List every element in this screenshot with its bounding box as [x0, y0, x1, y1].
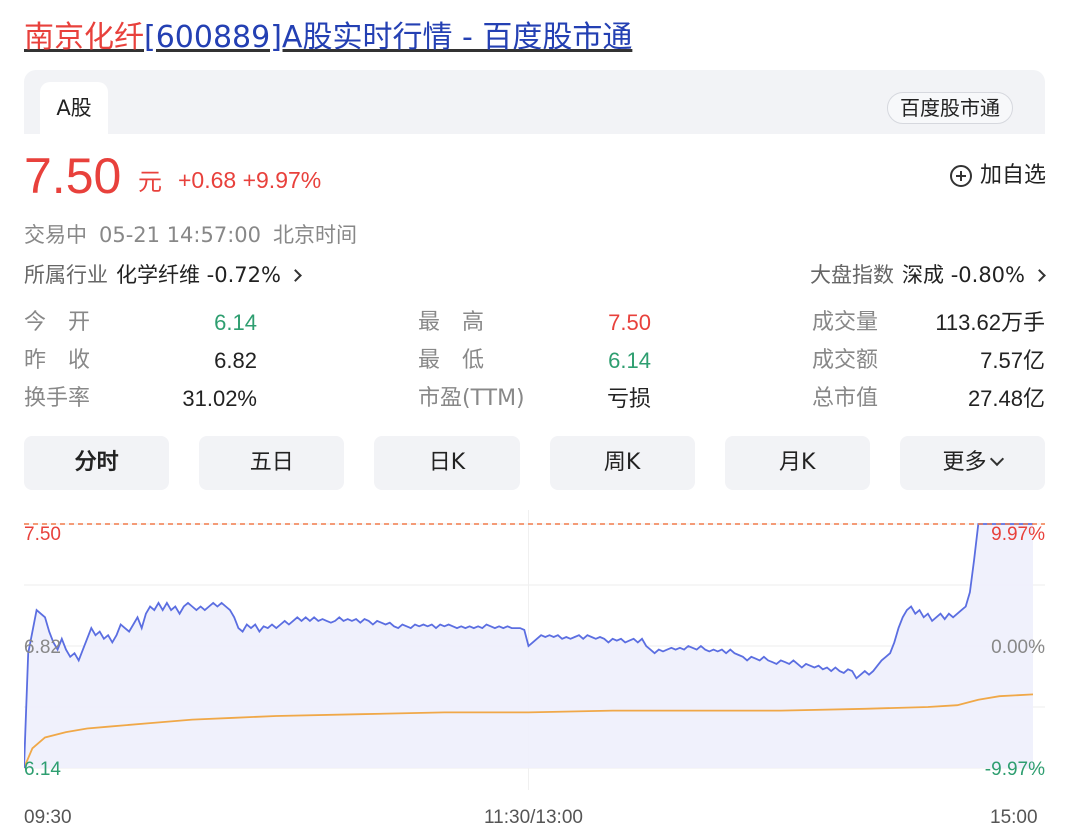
stat-label-low: 最 低 — [418, 348, 485, 373]
y-right-low: -9.97% — [984, 759, 1045, 780]
current-price: 7.50 — [24, 148, 122, 204]
index-link[interactable]: 大盘指数 深成 -0.80% — [810, 260, 1046, 290]
chart-svg — [24, 510, 1045, 790]
intraday-chart[interactable]: 7.50 6.82 6.14 9.97% 0.00% -9.97% — [24, 510, 1045, 800]
tab-daily-k[interactable]: 日K — [374, 436, 520, 490]
stat-value-market-cap: 27.48亿 — [967, 386, 1045, 411]
brand-badge[interactable]: 百度股市通 — [887, 92, 1013, 124]
trade-timezone: 北京时间 — [273, 223, 358, 247]
stat-value-high: 7.50 — [608, 310, 651, 335]
price-unit: 元 — [138, 168, 162, 196]
stock-name: 南京化纤 — [24, 20, 144, 55]
stat-label-pe-ttm: 市盈(TTM) — [418, 386, 525, 411]
x-label-close: 15:00 — [990, 807, 1038, 828]
tab-weekly-k[interactable]: 周K — [549, 436, 695, 490]
trade-datetime: 05-21 14:57:00 — [99, 223, 262, 247]
stock-code-title: [600889]A股实时行情 - 百度股市通 — [144, 20, 633, 55]
stat-label-open: 今 开 — [24, 310, 91, 335]
stat-value-volume: 113.62万手 — [935, 310, 1045, 335]
x-label-open: 09:30 — [24, 807, 72, 828]
add-watchlist-button[interactable]: 加自选 — [949, 160, 1046, 192]
stat-label-volume: 成交量 — [812, 310, 879, 335]
chevron-right-icon — [289, 268, 302, 282]
stat-value-low: 6.14 — [608, 348, 651, 373]
y-right-mid: 0.00% — [991, 637, 1045, 658]
tab-more[interactable]: 更多 — [899, 436, 1046, 490]
card-header: A股 百度股市通 — [24, 70, 1045, 134]
tab-five-day[interactable]: 五日 — [199, 436, 345, 490]
index-label: 大盘指数 — [810, 263, 895, 287]
industry-label: 所属行业 — [24, 263, 108, 287]
stats-grid: 今 开 6.14 最 高 7.50 成交量 113.62万手 昨 收 6.82 … — [24, 304, 1045, 418]
y-left-high: 7.50 — [24, 524, 61, 545]
price-change: +0.68 +9.97% — [178, 167, 322, 193]
industry-link[interactable]: 所属行业 化学纤维 -0.72% — [24, 260, 302, 290]
stats-row: 昨 收 6.82 最 低 6.14 成交额 7.57亿 — [24, 342, 1045, 380]
stat-label-high: 最 高 — [418, 310, 485, 335]
stats-row: 换手率 31.02% 市盈(TTM) 亏损 总市值 27.48亿 — [24, 380, 1045, 418]
stat-label-turnover-rate: 换手率 — [24, 386, 91, 411]
stat-value-open: 6.14 — [214, 310, 257, 335]
stat-value-turnover-rate: 31.02% — [182, 386, 257, 411]
trade-state: 交易中 — [24, 223, 87, 247]
x-label-midday: 11:30/13:00 — [484, 807, 583, 828]
chevron-down-icon — [990, 451, 1005, 467]
index-value: 深成 -0.80% — [902, 263, 1025, 287]
page-title-link[interactable]: 南京化纤[600889]A股实时行情 - 百度股市通 — [24, 18, 632, 58]
stat-value-prev-close: 6.82 — [214, 348, 257, 373]
chevron-right-icon — [1033, 268, 1046, 282]
plus-circle-icon — [949, 165, 972, 187]
tab-monthly-k[interactable]: 月K — [724, 436, 870, 490]
stat-value-pe-ttm: 亏损 — [606, 386, 651, 411]
trade-status: 交易中 05-21 14:57:00 北京时间 — [24, 220, 369, 250]
industry-value: 化学纤维 -0.72% — [116, 263, 281, 287]
add-watchlist-label: 加自选 — [979, 163, 1046, 188]
y-left-low: 6.14 — [24, 759, 61, 780]
tab-a-share[interactable]: A股 — [40, 82, 108, 134]
tab-intraday[interactable]: 分时 — [24, 436, 170, 490]
stat-label-prev-close: 昨 收 — [24, 348, 91, 373]
period-tabs: 分时 五日 日K 周K 月K 更多 — [24, 436, 1046, 490]
y-left-mid: 6.82 — [24, 637, 61, 658]
stats-row: 今 开 6.14 最 高 7.50 成交量 113.62万手 — [24, 304, 1045, 342]
y-right-high: 9.97% — [991, 524, 1045, 545]
stat-label-turnover-amount: 成交额 — [812, 348, 879, 373]
stat-label-market-cap: 总市值 — [812, 386, 879, 411]
tab-more-label: 更多 — [942, 450, 987, 475]
stat-value-turnover-amount: 7.57亿 — [980, 348, 1045, 373]
